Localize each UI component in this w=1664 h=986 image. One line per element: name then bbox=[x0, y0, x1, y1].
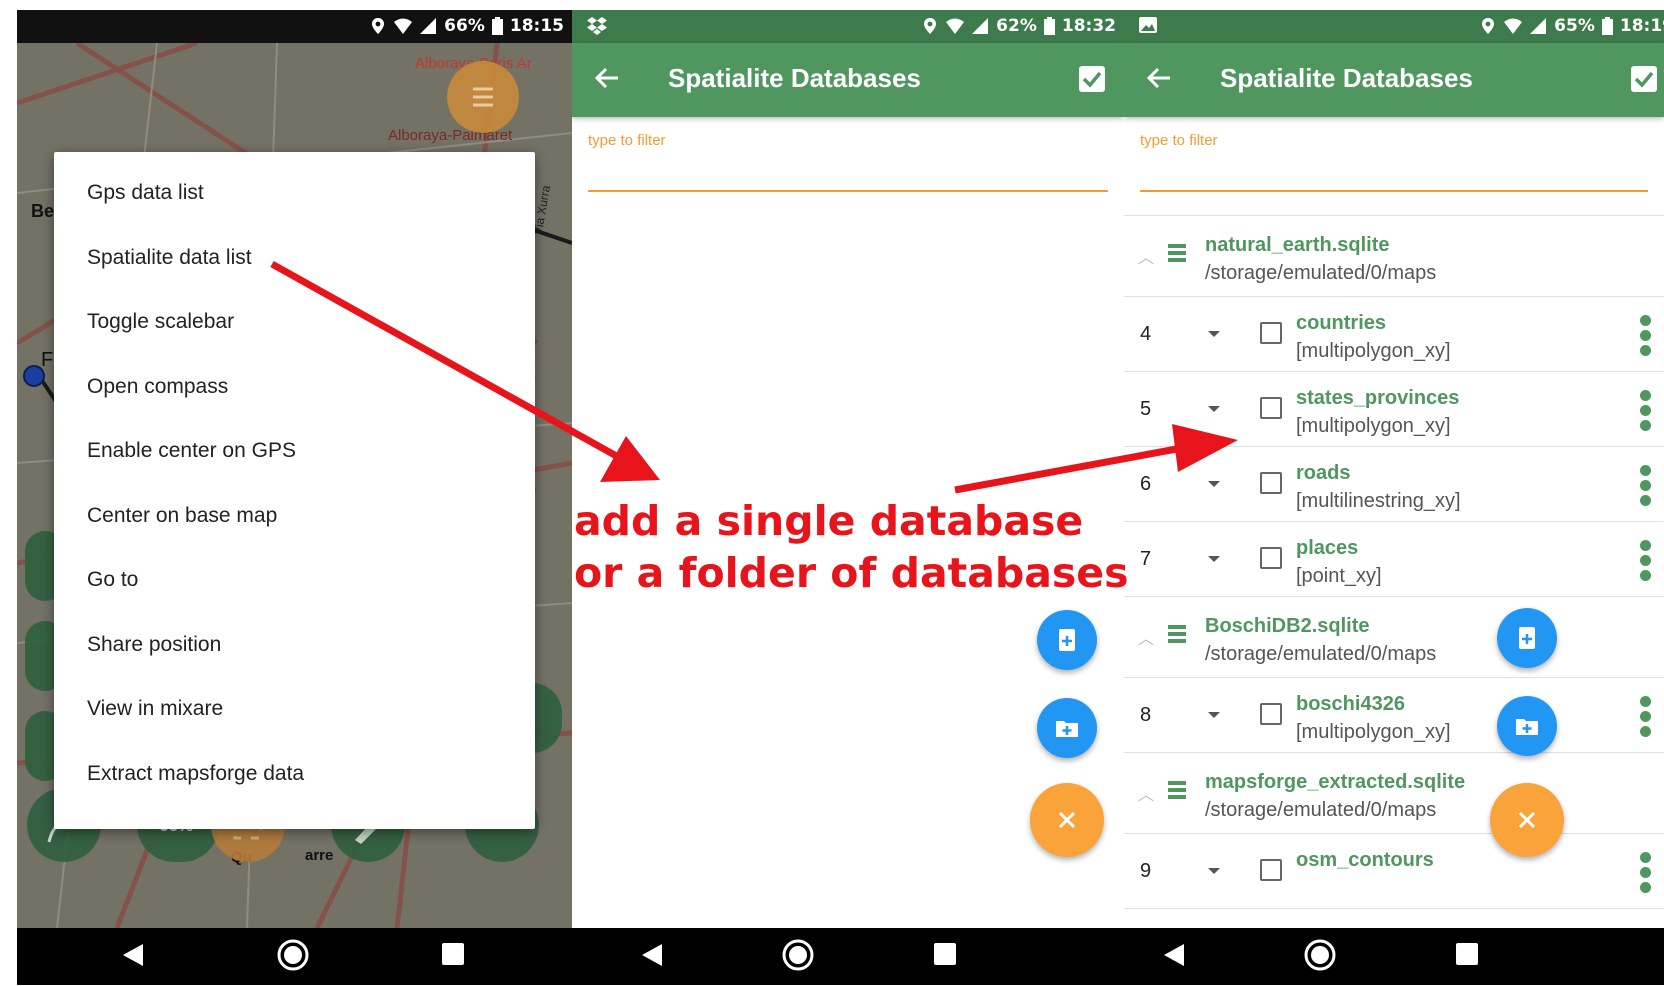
arrow-head-icon bbox=[600, 436, 660, 482]
annotation-arrows bbox=[270, 260, 1238, 494]
annotation-line-2: or a folder of databases bbox=[574, 549, 1129, 597]
annotation-arrow-right bbox=[954, 444, 1183, 494]
annotation-text: add a single database or a folder of dat… bbox=[574, 495, 1129, 599]
annotation-line-1: add a single database bbox=[574, 497, 1084, 545]
arrow-head-icon bbox=[1172, 424, 1238, 472]
annotation-arrow-left bbox=[270, 260, 622, 462]
screenshot-composite: Alboraya-Peris Ar Alboraya-Palmaret Be V… bbox=[0, 0, 1664, 986]
